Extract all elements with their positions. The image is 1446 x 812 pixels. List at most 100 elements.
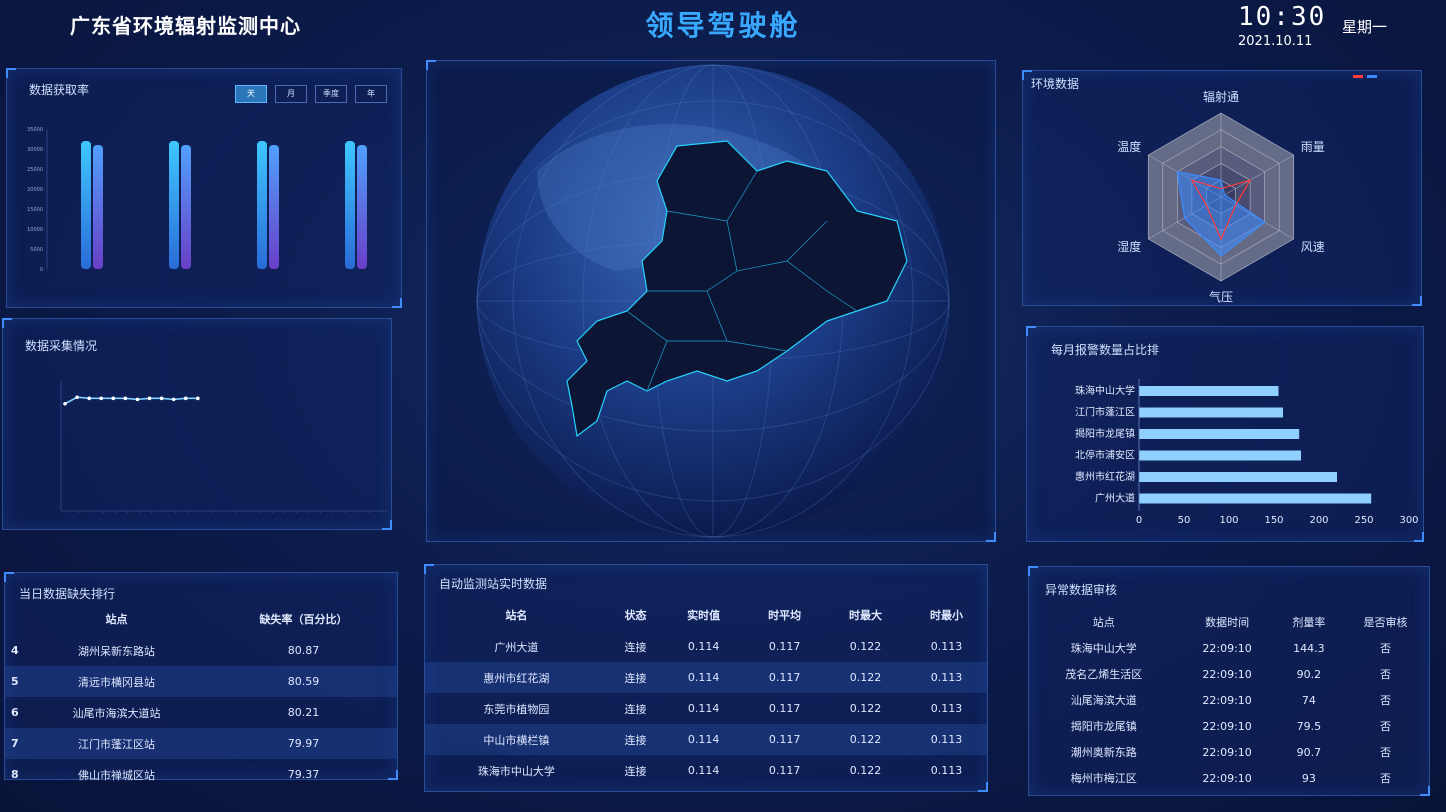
rank-cell: 7 xyxy=(5,728,23,759)
table-cell: 0.113 xyxy=(906,724,987,755)
audit-table: 站点 数据时间 剂量率 是否审核 珠海中山大学 22:09:10 144.3 否茂名乙烯生活… xyxy=(1029,609,1429,791)
bar xyxy=(1139,472,1337,482)
table-cell: 144.3 xyxy=(1293,641,1325,655)
table-row[interactable]: 梅州市梅江区 22:09:10 93 否 xyxy=(1029,765,1429,791)
bar-b xyxy=(181,145,191,269)
table-cell: 连接 xyxy=(624,702,647,716)
table-cell: 梅州市梅江区 xyxy=(1070,772,1137,785)
bar xyxy=(1139,429,1300,439)
radar-axis-label: 气压 xyxy=(1209,289,1233,304)
table-row[interactable]: 珠海市中山大学 连接 0.114 0.117 0.122 0.113 xyxy=(425,755,987,786)
missing-table: 站点 缺失率（百分比） 4 湖州呆新东路站 80.87 5 清远市横冈县站 80.59 6 汕… xyxy=(5,603,397,790)
data-point xyxy=(63,401,67,406)
table-cell: 珠海中山大学 xyxy=(1070,642,1137,655)
table-row: 8 佛山市禅城区站 79.37 xyxy=(5,759,397,790)
column-header: 实时值 xyxy=(687,609,721,622)
table-row: 6 汕尾市海滨大道站 80.21 xyxy=(5,697,397,728)
table-cell: 93 xyxy=(1301,771,1316,785)
table-row[interactable]: 珠海中山大学 22:09:10 144.3 否 xyxy=(1029,635,1429,661)
table-row[interactable]: 惠州市红花湖 连接 0.114 0.117 0.122 0.113 xyxy=(425,662,987,693)
table-cell: 否 xyxy=(1379,694,1391,707)
x-tick-label: 0 xyxy=(1136,515,1142,526)
table-row[interactable]: 广州大道 连接 0.114 0.117 0.122 0.113 xyxy=(425,631,987,662)
table-cell: 0.117 xyxy=(768,640,801,653)
bar-a xyxy=(257,141,267,269)
x-tick-label: 250 xyxy=(1354,515,1373,526)
bar-a xyxy=(345,141,355,269)
realtime-panel: 自动监测站实时数据 站名 状态 实时值 时平均 时最大 时最小 广州大道 连接 0.114 0.… xyxy=(424,564,988,792)
column-header: 站点 xyxy=(105,613,128,626)
site-cell: 清远市横冈县站 xyxy=(23,666,210,697)
y-tick-label: 10000 xyxy=(27,227,43,233)
table-row[interactable]: 潮州奥新东路 22:09:10 90.7 否 xyxy=(1029,739,1429,765)
x-tick-label: 150 xyxy=(1264,515,1283,526)
table-cell: 22:09:10 xyxy=(1202,719,1252,733)
table-row[interactable]: 茂名乙烯生活区 22:09:10 90.2 否 xyxy=(1029,661,1429,687)
table-cell: 22:09:10 xyxy=(1202,667,1252,681)
table-row[interactable]: 汕尾海滨大道 22:09:10 74 否 xyxy=(1029,687,1429,713)
audit-title: 异常数据审核 xyxy=(1045,583,1118,597)
table-cell: 否 xyxy=(1379,668,1391,681)
category-label: 北停市浦安区 xyxy=(1075,449,1135,462)
table-cell: 22:09:10 xyxy=(1202,745,1252,759)
table-row: 4 湖州呆新东路站 80.87 xyxy=(5,635,397,666)
table-cell: 74 xyxy=(1301,693,1316,707)
table-cell: 否 xyxy=(1379,746,1391,759)
column-header: 状态 xyxy=(624,609,647,622)
x-tick-label: 50 xyxy=(1178,515,1191,526)
table-cell: 0.114 xyxy=(687,702,720,715)
data-point xyxy=(183,396,188,401)
bar xyxy=(1139,493,1372,504)
rank-cell: 5 xyxy=(5,666,23,697)
category-label: 揭阳市龙尾镇 xyxy=(1075,427,1135,440)
table-cell: 0.114 xyxy=(663,724,745,755)
radar-axis-label: 雨量 xyxy=(1301,140,1325,154)
page-title: 领导驾驶舱 xyxy=(645,9,801,42)
clock-time: 10:30 xyxy=(1238,2,1327,32)
column-header: 时最小 xyxy=(930,609,963,622)
bar-b xyxy=(93,145,103,269)
table-cell: 90.2 xyxy=(1296,667,1322,681)
category-label: 广州大道 xyxy=(1095,492,1135,505)
column-header: 缺失率（百分比） xyxy=(259,613,348,626)
radar-axis-label: 辐射通 xyxy=(1203,89,1239,104)
column-header: 时平均 xyxy=(768,609,802,622)
series-line xyxy=(64,396,198,405)
table-cell: 否 xyxy=(1379,772,1391,785)
acquisition-panel: 数据获取率 天 月 季度 年 35000 30000 25000 20000 15000… xyxy=(6,68,402,308)
bar-a xyxy=(81,141,91,269)
rate-cell: 80.59 xyxy=(210,666,397,697)
table-cell: 0.117 xyxy=(768,764,801,777)
globe-map xyxy=(476,64,950,538)
audit-panel: 异常数据审核 站点 数据时间 剂量率 是否审核 珠海中山大学 22:09:10 144.3… xyxy=(1028,566,1430,796)
table-cell: 连接 xyxy=(607,724,664,755)
rate-cell: 80.87 xyxy=(287,644,320,657)
data-point xyxy=(111,396,116,401)
rate-cell: 79.97 xyxy=(210,728,397,759)
env-panel: 环境数据 辐射通 雨量 风速 气压 湿度 温度 xyxy=(1022,70,1422,306)
site-cell: 江门市蓬江区站 xyxy=(23,728,210,759)
table-cell: 0.114 xyxy=(663,662,745,693)
column-header: 剂量率 xyxy=(1292,616,1326,629)
missing-panel: 当日数据缺失排行 站点 缺失率（百分比） 4 湖州呆新东路站 80.87 5 清远市横冈… xyxy=(4,572,398,782)
alarms-bar-chart: 珠海中山大学江门市蓬江区揭阳市龙尾镇北停市浦安区惠州市红花湖广州大道0 50 100… xyxy=(1075,379,1419,526)
table-cell: 惠州市红花湖 xyxy=(425,662,608,693)
rank-cell: 4 xyxy=(11,644,19,657)
bar xyxy=(1139,407,1283,418)
table-cell: 中山市横栏镇 xyxy=(425,724,608,755)
table-row[interactable]: 揭阳市龙尾镇 22:09:10 79.5 否 xyxy=(1029,713,1429,739)
table-row[interactable]: 东莞市植物园 连接 0.114 0.117 0.122 0.113 xyxy=(425,693,987,724)
table-cell: 0.117 xyxy=(768,702,801,715)
table-cell: 汕尾海滨大道 xyxy=(1070,694,1137,707)
table-row[interactable]: 中山市横栏镇 连接 0.114 0.117 0.122 0.113 xyxy=(425,724,987,755)
collection-panel: 数据采集情况 xyxy=(2,318,392,530)
alarms-panel: 每月报警数量占比排 珠海中山大学 江门市蓬江区 揭阳市龙尾镇 北停市浦安区 惠州市红花湖… xyxy=(1026,326,1424,542)
radar-axis-label: 温度 xyxy=(1117,139,1141,154)
y-tick-label: 5000 xyxy=(30,247,43,253)
missing-title: 当日数据缺失排行 xyxy=(19,587,116,601)
table-cell: 珠海市中山大学 xyxy=(477,764,555,778)
category-label: 珠海中山大学 xyxy=(1075,384,1135,397)
table-cell: 0.113 xyxy=(930,702,963,715)
table-cell: 否 xyxy=(1379,642,1391,655)
bar xyxy=(1139,450,1301,461)
